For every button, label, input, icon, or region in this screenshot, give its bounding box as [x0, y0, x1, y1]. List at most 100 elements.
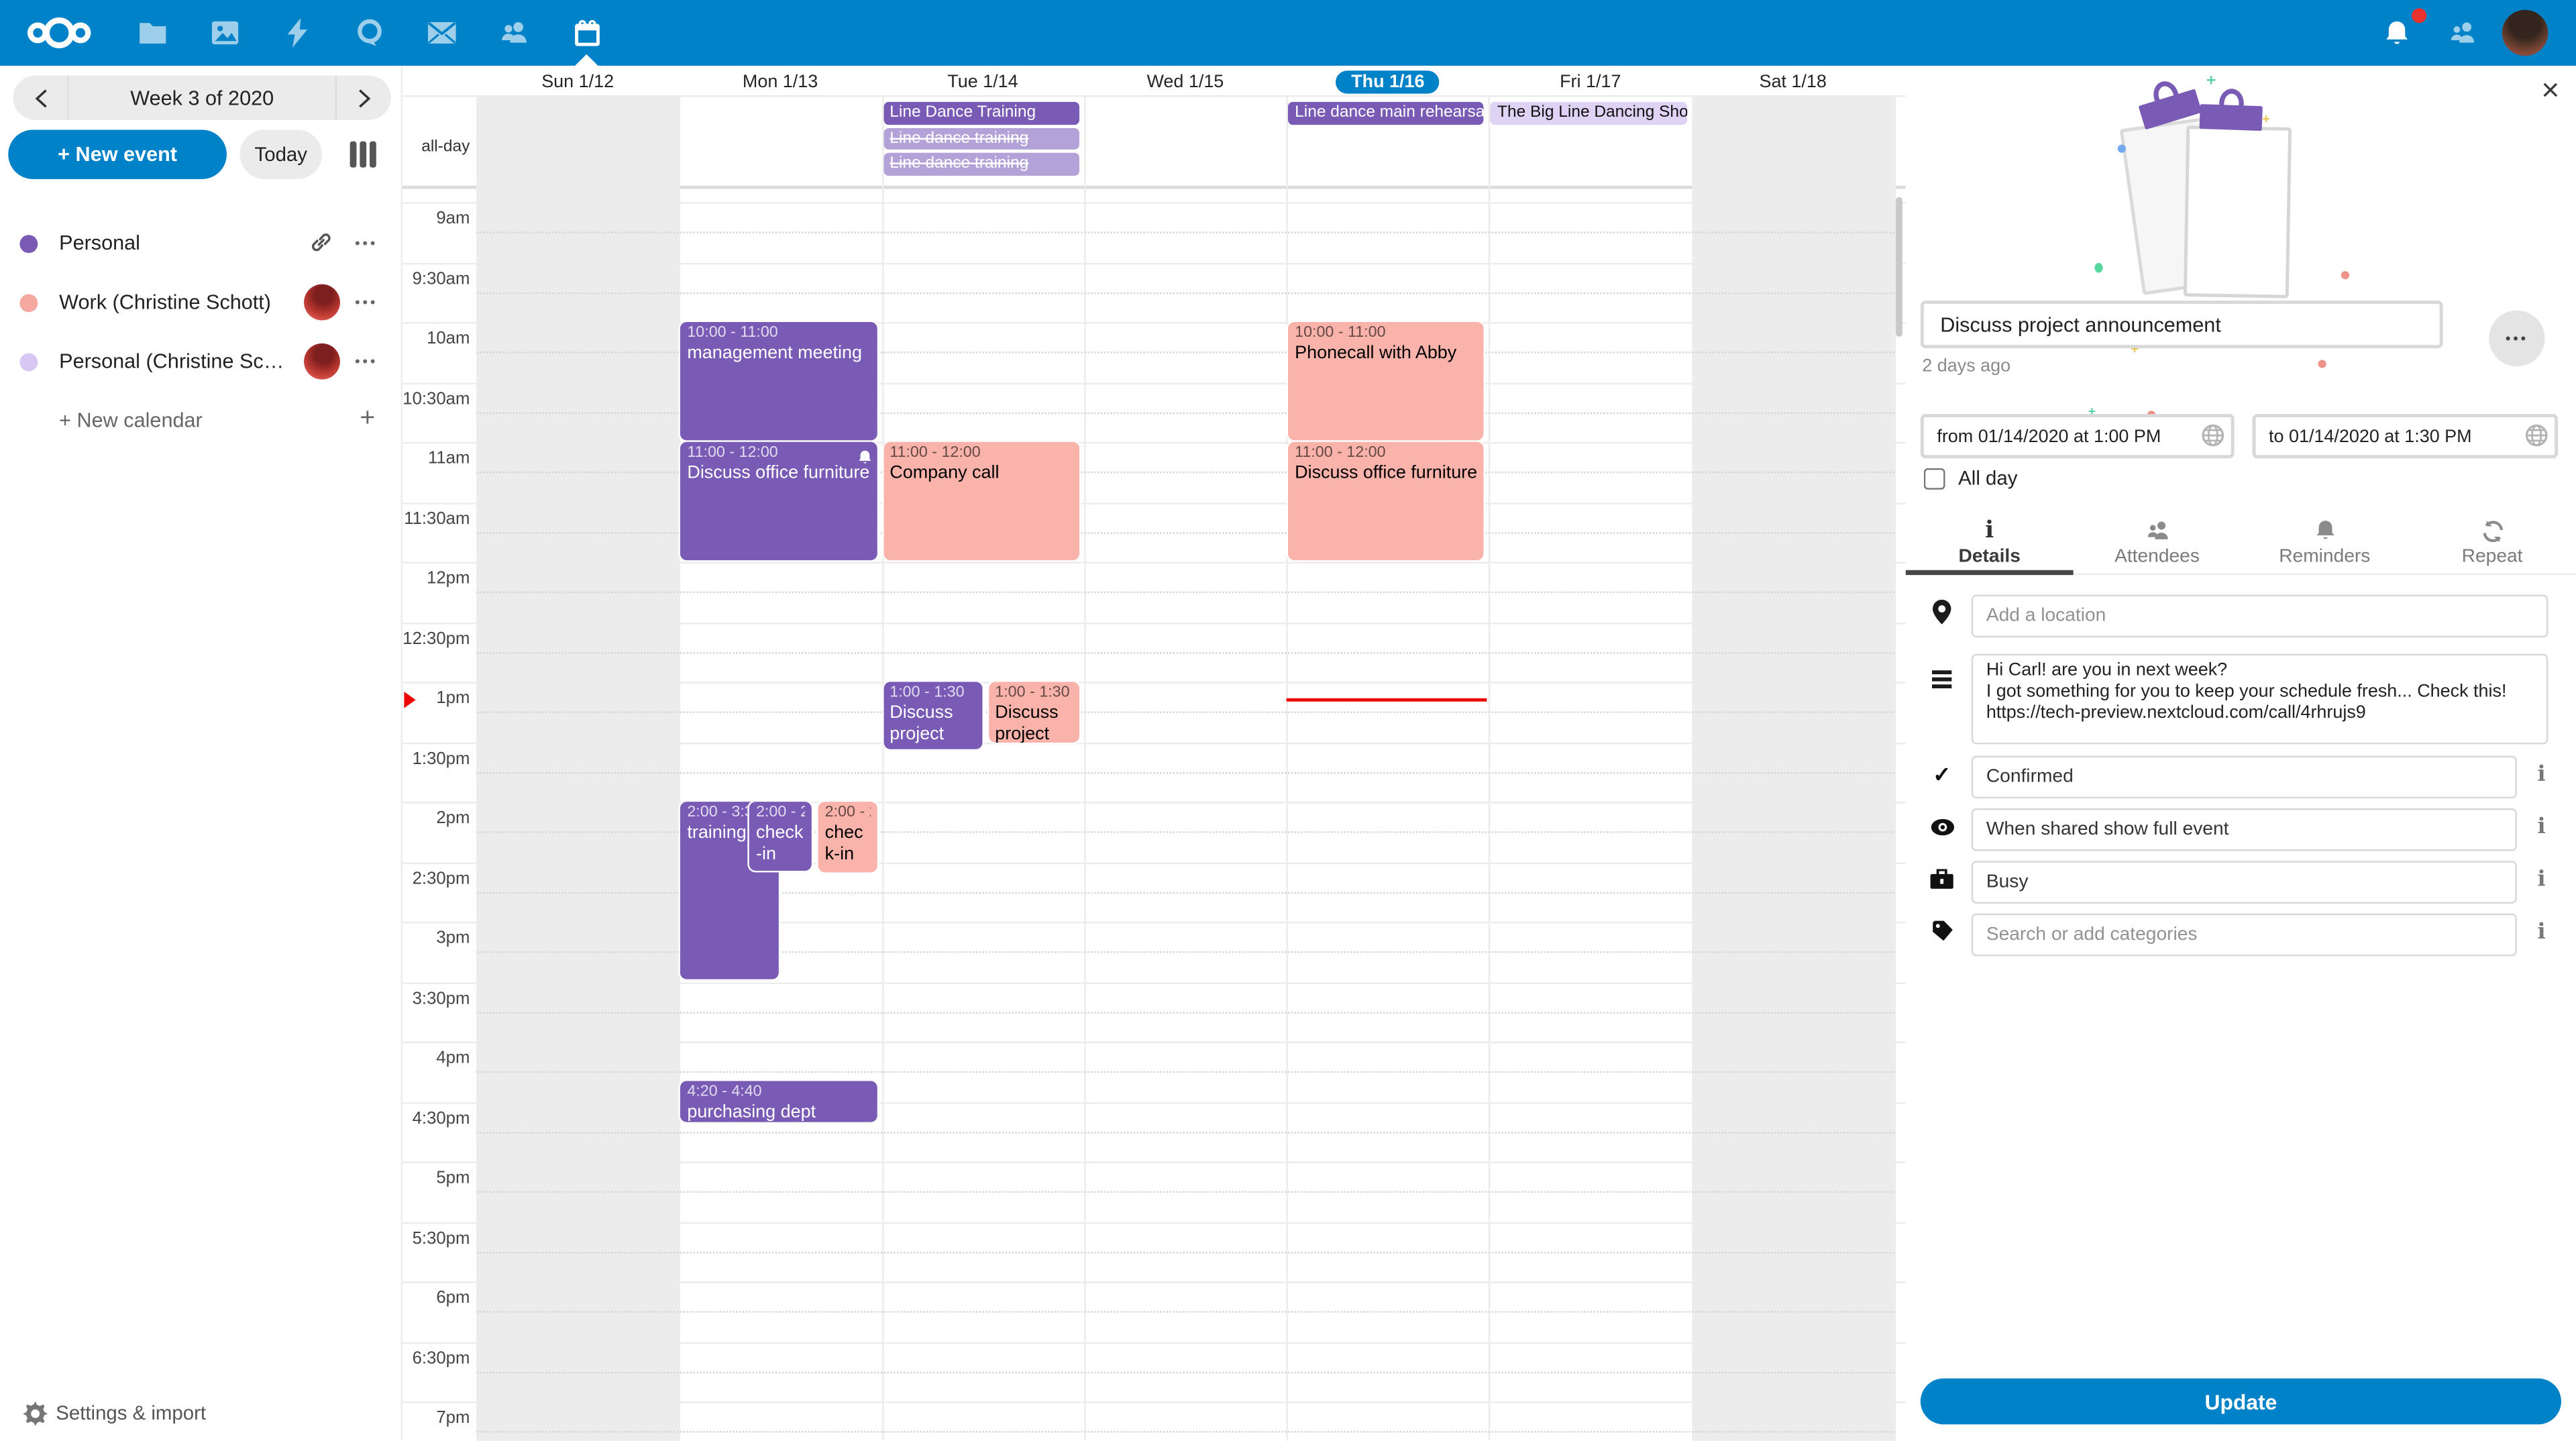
- calendar-name: Personal: [59, 231, 292, 254]
- categories-input[interactable]: [1972, 914, 2517, 957]
- event-editor-panel: × + + + + ••• 2 days ago: [1906, 66, 2576, 1441]
- editor-tabs: iDetailsAttendeesRemindersRepeat: [1906, 509, 2576, 575]
- event-discuss-project[interactable]: 1:00 - 1:30Discuss project: [988, 682, 1079, 743]
- settings-import-button[interactable]: Settings & import: [0, 1390, 402, 1439]
- event-check-in[interactable]: 2:00 - 2:20check-in: [749, 802, 812, 871]
- today-button[interactable]: Today: [240, 129, 322, 178]
- share-link-icon[interactable]: [309, 230, 333, 263]
- end-datetime-input[interactable]: [2253, 414, 2559, 458]
- allday-event[interactable]: Line dance training: [883, 127, 1079, 150]
- visibility-info-icon[interactable]: i: [2532, 815, 2551, 840]
- time-row-line: [402, 1042, 1906, 1043]
- freebusy-select[interactable]: [1972, 861, 2517, 904]
- status-select[interactable]: [1972, 756, 2517, 799]
- time-row-line: [402, 562, 1906, 564]
- notification-badge: [2412, 8, 2426, 23]
- event-title-label: management meeting: [687, 343, 870, 364]
- update-button[interactable]: Update: [1921, 1379, 2561, 1425]
- previous-week-button[interactable]: [13, 76, 68, 120]
- busy-briefcase-icon: [1929, 867, 1955, 897]
- day-header-wed[interactable]: Wed 1/15: [1084, 69, 1287, 95]
- allday-event[interactable]: Line dance main rehearsal: [1288, 102, 1484, 124]
- start-datetime-input[interactable]: [1921, 414, 2235, 458]
- calendar-name: Work (Christine Schott): [59, 290, 292, 313]
- event-time-label: 2:00 - 2:20: [825, 804, 870, 823]
- time-label: 3pm: [402, 928, 470, 948]
- all-day-checkbox[interactable]: [1924, 468, 1945, 490]
- nextcloud-logo-icon[interactable]: [23, 11, 95, 54]
- notifications-bell-icon[interactable]: [2372, 11, 2421, 54]
- tab-details[interactable]: iDetails: [1906, 509, 2074, 574]
- event-menu-button[interactable]: •••: [2489, 311, 2544, 366]
- activity-app-icon[interactable]: [273, 11, 322, 54]
- timezone-globe-icon[interactable]: [2525, 424, 2548, 456]
- event-discuss-project-announcement[interactable]: 1:00 - 1:30Discuss project announcement: [883, 682, 981, 749]
- event-phonecall-with-abby[interactable]: 10:00 - 11:00Phonecall with Abby: [1288, 322, 1484, 439]
- tab-attendees[interactable]: Attendees: [2074, 509, 2241, 574]
- event-time-label: 2:00 - 2:20: [756, 804, 805, 823]
- visibility-select[interactable]: [1972, 808, 2517, 851]
- active-app-indicator: [575, 54, 598, 66]
- calendar-menu-button[interactable]: •••: [355, 235, 378, 251]
- calendar-menu-button[interactable]: •••: [355, 354, 378, 370]
- day-header-thu[interactable]: Thu 1/16: [1287, 69, 1489, 95]
- user-avatar[interactable]: [2502, 10, 2548, 56]
- people-icon: [2074, 515, 2241, 547]
- time-label: 10:30am: [402, 388, 470, 408]
- event-title-label: Discuss project announcement: [890, 703, 975, 749]
- event-discuss-office-furniture[interactable]: 11:00 - 12:00Discuss office furniture: [1288, 442, 1484, 559]
- timezone-globe-icon[interactable]: [2202, 424, 2224, 456]
- talk-app-icon[interactable]: [345, 11, 394, 54]
- categories-info-icon[interactable]: i: [2532, 920, 2551, 945]
- event-purchasing-dept[interactable]: 4:20 - 4:40purchasing dept: [681, 1081, 877, 1122]
- files-app-icon[interactable]: [128, 11, 177, 54]
- event-management-meeting[interactable]: 10:00 - 11:00management meeting: [681, 322, 877, 439]
- all-day-label: All day: [1958, 467, 2017, 490]
- day-header-fri[interactable]: Fri 1/17: [1489, 69, 1692, 95]
- day-header-mon[interactable]: Mon 1/13: [679, 69, 881, 95]
- column-divider: [1287, 95, 1288, 1441]
- next-week-button[interactable]: [337, 76, 391, 120]
- contacts-menu-icon[interactable]: [2438, 11, 2487, 54]
- day-header-tue[interactable]: Tue 1/14: [881, 69, 1084, 95]
- new-calendar-button[interactable]: + New calendar+: [0, 391, 402, 450]
- visibility-eye-icon: [1929, 815, 1955, 845]
- calendar-list-item[interactable]: Personal (Christine Schott)•••: [0, 332, 402, 391]
- day-header-sat[interactable]: Sat 1/18: [1692, 69, 1894, 95]
- time-row-line: [402, 622, 1906, 623]
- categories-tag-icon: [1929, 920, 1955, 949]
- tab-repeat[interactable]: Repeat: [2408, 509, 2576, 574]
- location-input[interactable]: [1972, 595, 2548, 638]
- event-title-input[interactable]: [1921, 301, 2443, 348]
- new-event-button[interactable]: + New event: [8, 129, 227, 178]
- day-header-sun[interactable]: Sun 1/12: [476, 69, 679, 95]
- time-label: 6pm: [402, 1288, 470, 1307]
- grid-scrollbar[interactable]: [1896, 197, 1902, 337]
- calendar-list-item[interactable]: Work (Christine Schott) •••: [0, 273, 402, 332]
- allday-event[interactable]: The Big Line Dancing Show: [1491, 102, 1686, 124]
- photos-app-icon[interactable]: [201, 11, 250, 54]
- calendar-app-icon[interactable]: [562, 11, 611, 54]
- quarter-hour-line: [476, 592, 1894, 593]
- mail-app-icon[interactable]: [417, 11, 466, 54]
- close-icon[interactable]: ×: [2541, 76, 2559, 109]
- calendar-list-item[interactable]: Personal •••: [0, 213, 402, 272]
- column-divider: [1692, 95, 1693, 1441]
- time-row-line: [402, 322, 1906, 323]
- event-check-in[interactable]: 2:00 - 2:20check-in: [818, 802, 877, 872]
- event-time-label: 10:00 - 11:00: [687, 323, 870, 343]
- contacts-app-icon[interactable]: [490, 11, 539, 54]
- calendar-menu-button[interactable]: •••: [355, 294, 378, 310]
- event-time-label: 11:00 - 12:00: [687, 443, 870, 463]
- freebusy-info-icon[interactable]: i: [2532, 867, 2551, 892]
- status-info-icon[interactable]: i: [2532, 762, 2551, 787]
- view-toggle-icon[interactable]: [347, 138, 380, 171]
- calendar-list: Personal•••Work (Christine Schott)•••Per…: [0, 213, 402, 450]
- event-discuss-office-furniture[interactable]: 11:00 - 12:00Discuss office furniture: [681, 442, 877, 559]
- tab-reminders[interactable]: Reminders: [2241, 509, 2408, 574]
- allday-event[interactable]: Line dance training: [883, 153, 1079, 175]
- week-label[interactable]: Week 3 of 2020: [67, 76, 337, 120]
- allday-event[interactable]: Line Dance Training: [883, 102, 1079, 124]
- event-company-call[interactable]: 11:00 - 12:00Company call: [883, 442, 1079, 559]
- description-textarea[interactable]: Hi Carl! are you in next week? I got som…: [1972, 654, 2548, 745]
